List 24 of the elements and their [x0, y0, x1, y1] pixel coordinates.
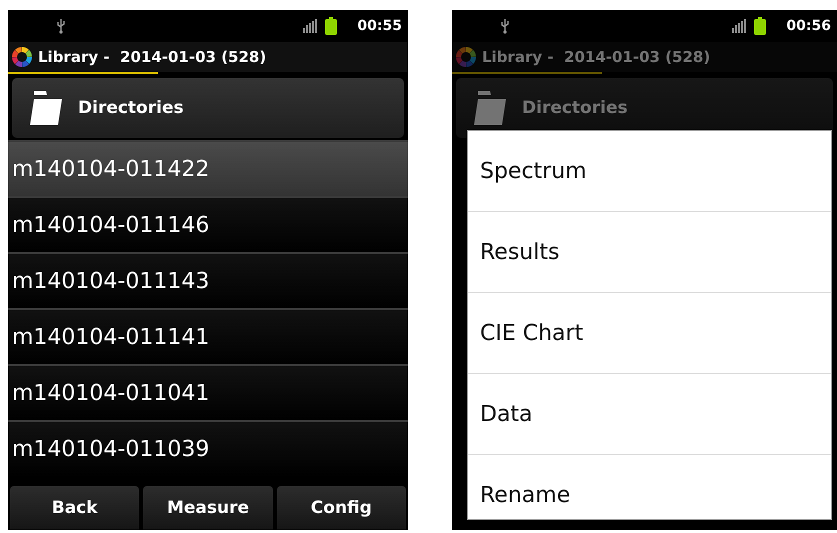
measurement-list-item[interactable]: m140104-011422	[8, 140, 408, 196]
toolbar-button[interactable]: Measure	[143, 486, 273, 530]
color-wheel-icon	[10, 45, 34, 69]
clock-time: 00:55	[357, 18, 402, 34]
menu-item[interactable]: Data	[468, 374, 831, 455]
folder-icon	[474, 89, 508, 127]
folder-icon	[30, 89, 64, 127]
menu-item[interactable]: CIE Chart	[468, 293, 831, 374]
screen-title: Library - 2014-01-03 (528)	[482, 48, 710, 66]
screen-title: Library - 2014-01-03 (528)	[38, 48, 266, 66]
battery-icon	[325, 17, 338, 35]
color-wheel-icon	[454, 45, 478, 69]
toolbar-button[interactable]: Config	[276, 486, 406, 530]
clock-time: 00:56	[786, 18, 831, 34]
directories-button[interactable]: Directories	[12, 78, 404, 138]
usb-icon	[56, 18, 66, 34]
usb-icon	[500, 18, 510, 34]
toolbar-button[interactable]: Back	[10, 486, 140, 530]
battery-icon	[754, 17, 766, 35]
menu-item[interactable]: Rename	[468, 455, 831, 519]
menu-item[interactable]: Results	[468, 212, 831, 293]
menu-item[interactable]: Spectrum	[468, 131, 831, 212]
signal-icon	[303, 19, 318, 33]
signal-icon	[732, 19, 746, 33]
